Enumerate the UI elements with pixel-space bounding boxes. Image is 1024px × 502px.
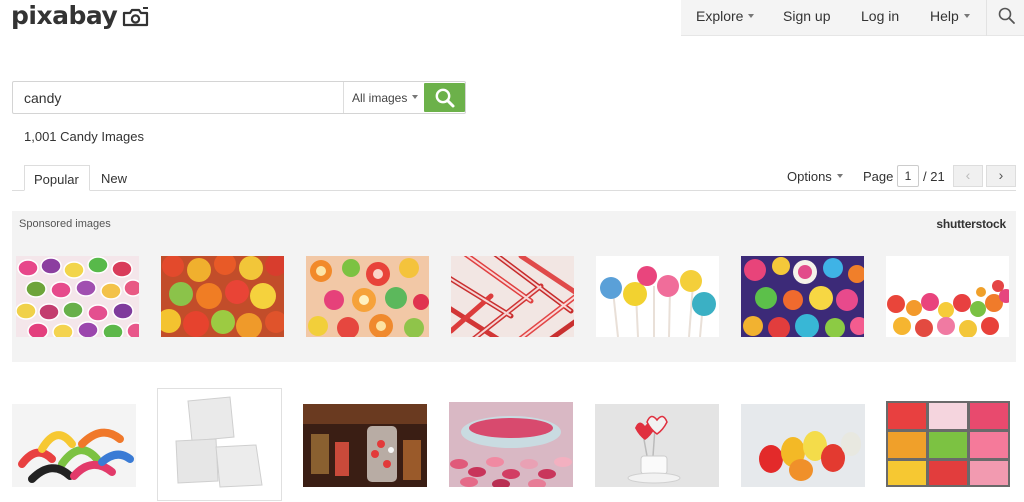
search-button[interactable]: [424, 83, 465, 112]
chevron-down-icon: [836, 174, 843, 178]
nav-help[interactable]: Help: [930, 8, 970, 24]
sponsored-image-assorted-candies[interactable]: [306, 256, 429, 337]
sponsored-image-colorful-candies[interactable]: [741, 256, 864, 337]
site-header: pixabay Explore Sign up Log in Help: [0, 0, 1024, 36]
nav-help-label: Help: [930, 8, 959, 24]
result-count: 1,001 Candy Images: [24, 129, 144, 144]
search-divider: [343, 82, 344, 113]
sponsored-image-candy-border[interactable]: [886, 256, 1009, 337]
prev-page-button[interactable]: ‹: [953, 165, 983, 187]
options-dropdown[interactable]: Options: [787, 169, 843, 184]
sponsored-image-cake-pops[interactable]: [596, 256, 719, 337]
page-label: Page: [863, 169, 894, 184]
page-number-input[interactable]: 1: [897, 165, 919, 187]
page-total: / 21: [923, 169, 945, 184]
image-type-label: All images: [352, 91, 408, 105]
result-image-candy-jars[interactable]: [303, 404, 427, 487]
search-icon: [435, 88, 455, 108]
sponsored-image-candy-canes[interactable]: [451, 256, 574, 337]
nav-divider: [986, 0, 987, 36]
chevron-down-icon: [748, 14, 755, 18]
tabs-divider: [12, 190, 1016, 191]
sponsored-image-striped-candies[interactable]: [16, 256, 139, 337]
next-page-button[interactable]: ›: [986, 165, 1016, 187]
nav-signup[interactable]: Sign up: [783, 8, 830, 24]
tab-new[interactable]: New: [92, 165, 136, 191]
sponsored-label: Sponsored images: [19, 218, 111, 230]
result-image-candy-store-bins[interactable]: [886, 401, 1010, 487]
search-bar: All images: [12, 81, 466, 114]
chevron-down-icon: [412, 95, 419, 99]
nav-explore[interactable]: Explore: [696, 8, 755, 24]
pixabay-logo[interactable]: pixabay: [11, 2, 149, 30]
nav-login[interactable]: Log in: [861, 8, 899, 24]
shutterstock-logo[interactable]: shutterstock: [936, 217, 1006, 231]
search-icon[interactable]: [997, 6, 1017, 26]
top-nav: Explore Sign up Log in Help: [681, 0, 1024, 36]
image-type-select[interactable]: All images: [352, 91, 419, 105]
search-input[interactable]: [13, 82, 343, 113]
tab-popular[interactable]: Popular: [24, 165, 90, 191]
nav-explore-label: Explore: [696, 8, 744, 24]
result-image-gummy-bears[interactable]: [741, 404, 865, 487]
result-image-sugar-cubes[interactable]: [157, 388, 282, 501]
options-label: Options: [787, 169, 832, 184]
sponsored-image-gumdrops[interactable]: [161, 256, 284, 337]
result-image-heart-lollipops[interactable]: [595, 404, 719, 487]
camera-icon: [123, 7, 149, 27]
result-image-gummy-worms[interactable]: [12, 404, 136, 487]
logo-text: pixabay: [11, 1, 118, 30]
result-image-pink-candies-bowl[interactable]: [449, 402, 573, 487]
chevron-down-icon: [963, 14, 970, 18]
